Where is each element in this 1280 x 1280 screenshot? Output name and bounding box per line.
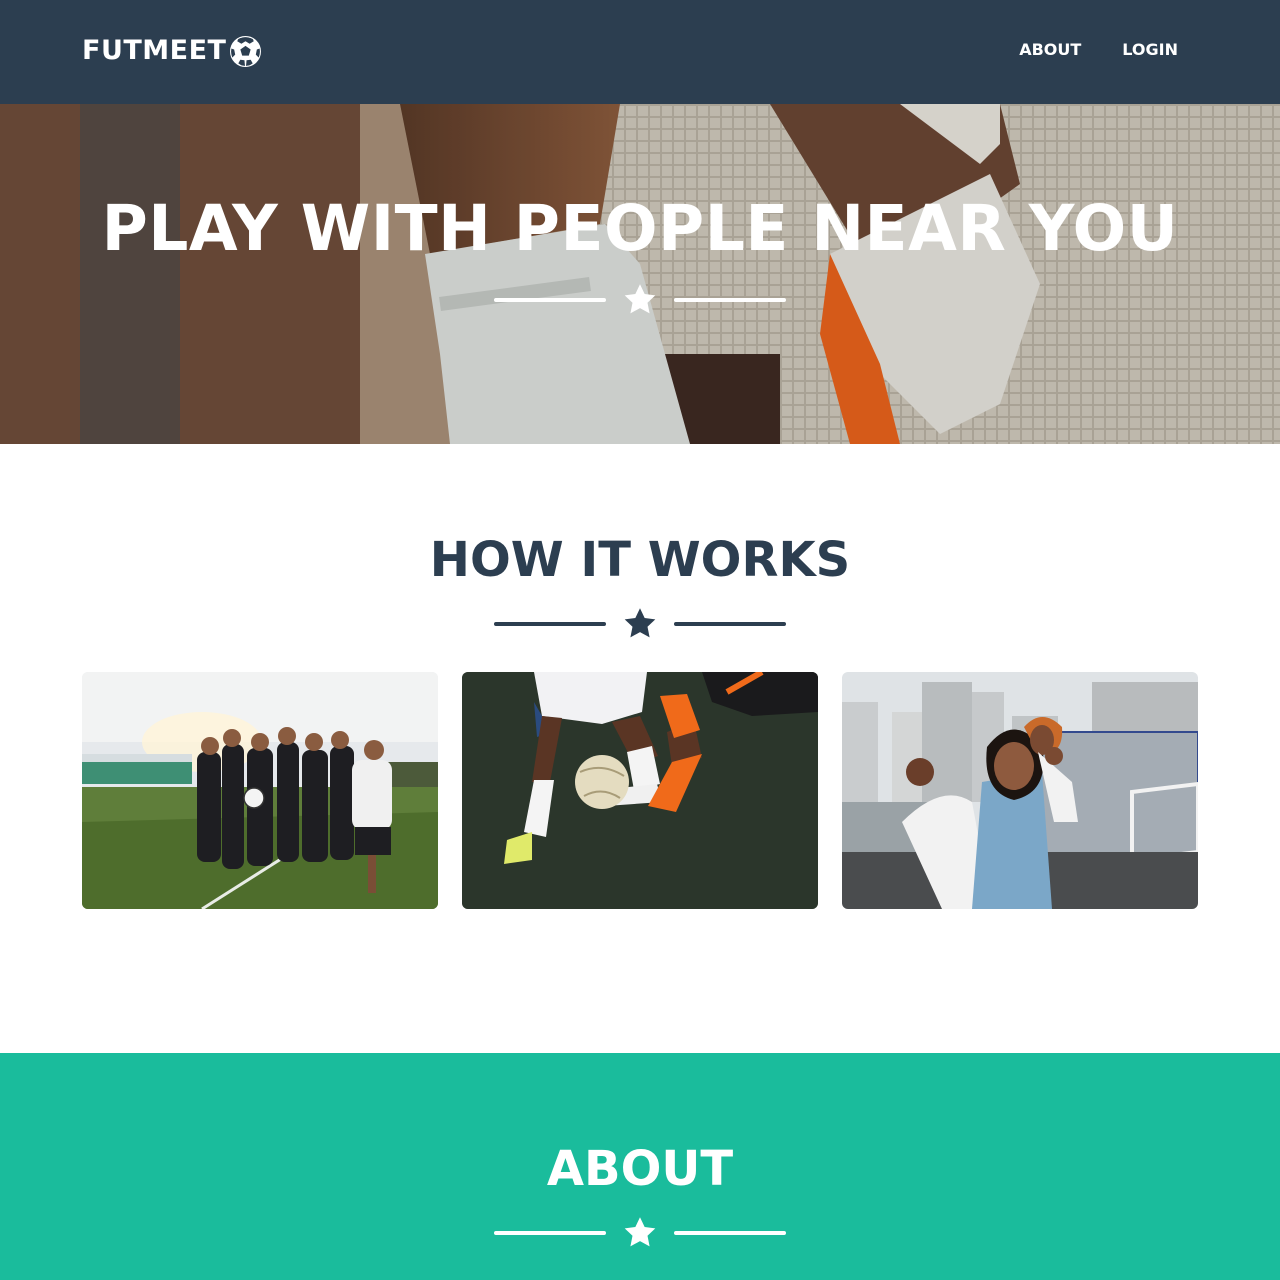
hero-background-photo — [0, 104, 1280, 444]
about-divider — [494, 1213, 786, 1253]
soccer-ball-icon — [230, 35, 262, 67]
navbar: FUTMEET ABOUT LOGIN — [0, 0, 1280, 104]
nav-links: ABOUT LOGIN — [1019, 38, 1178, 62]
brand-logo[interactable]: FUTMEET — [82, 34, 262, 68]
hero-section: PLAY WITH PEOPLE NEAR YOU — [0, 104, 1280, 444]
divider-line-right — [674, 622, 786, 626]
divider-line-left — [494, 298, 606, 302]
divider-line-left — [494, 1231, 606, 1235]
card-players-dribbling[interactable] — [462, 672, 818, 909]
hero-divider — [494, 280, 786, 320]
women-celebrating-photo — [842, 672, 1198, 909]
divider-line-left — [494, 622, 606, 626]
divider-line-right — [674, 298, 786, 302]
divider-line-right — [674, 1231, 786, 1235]
about-section: ABOUT — [0, 1053, 1280, 1280]
card-women-celebrating[interactable] — [842, 672, 1198, 909]
star-icon — [624, 1217, 656, 1247]
nav-link-about[interactable]: ABOUT — [1019, 38, 1081, 62]
about-title: ABOUT — [546, 1141, 734, 1197]
nav-link-login[interactable]: LOGIN — [1122, 38, 1178, 62]
brand-name: FUTMEET — [82, 35, 227, 66]
hero-title: PLAY WITH PEOPLE NEAR YOU — [101, 192, 1179, 265]
card-team-celebrating[interactable] — [82, 672, 438, 909]
how-it-works-title: HOW IT WORKS — [429, 532, 851, 588]
star-icon — [624, 608, 656, 638]
team-celebrating-photo — [82, 672, 438, 909]
star-icon — [624, 284, 656, 314]
players-dribbling-photo — [462, 672, 818, 909]
how-it-works-divider — [494, 604, 786, 644]
